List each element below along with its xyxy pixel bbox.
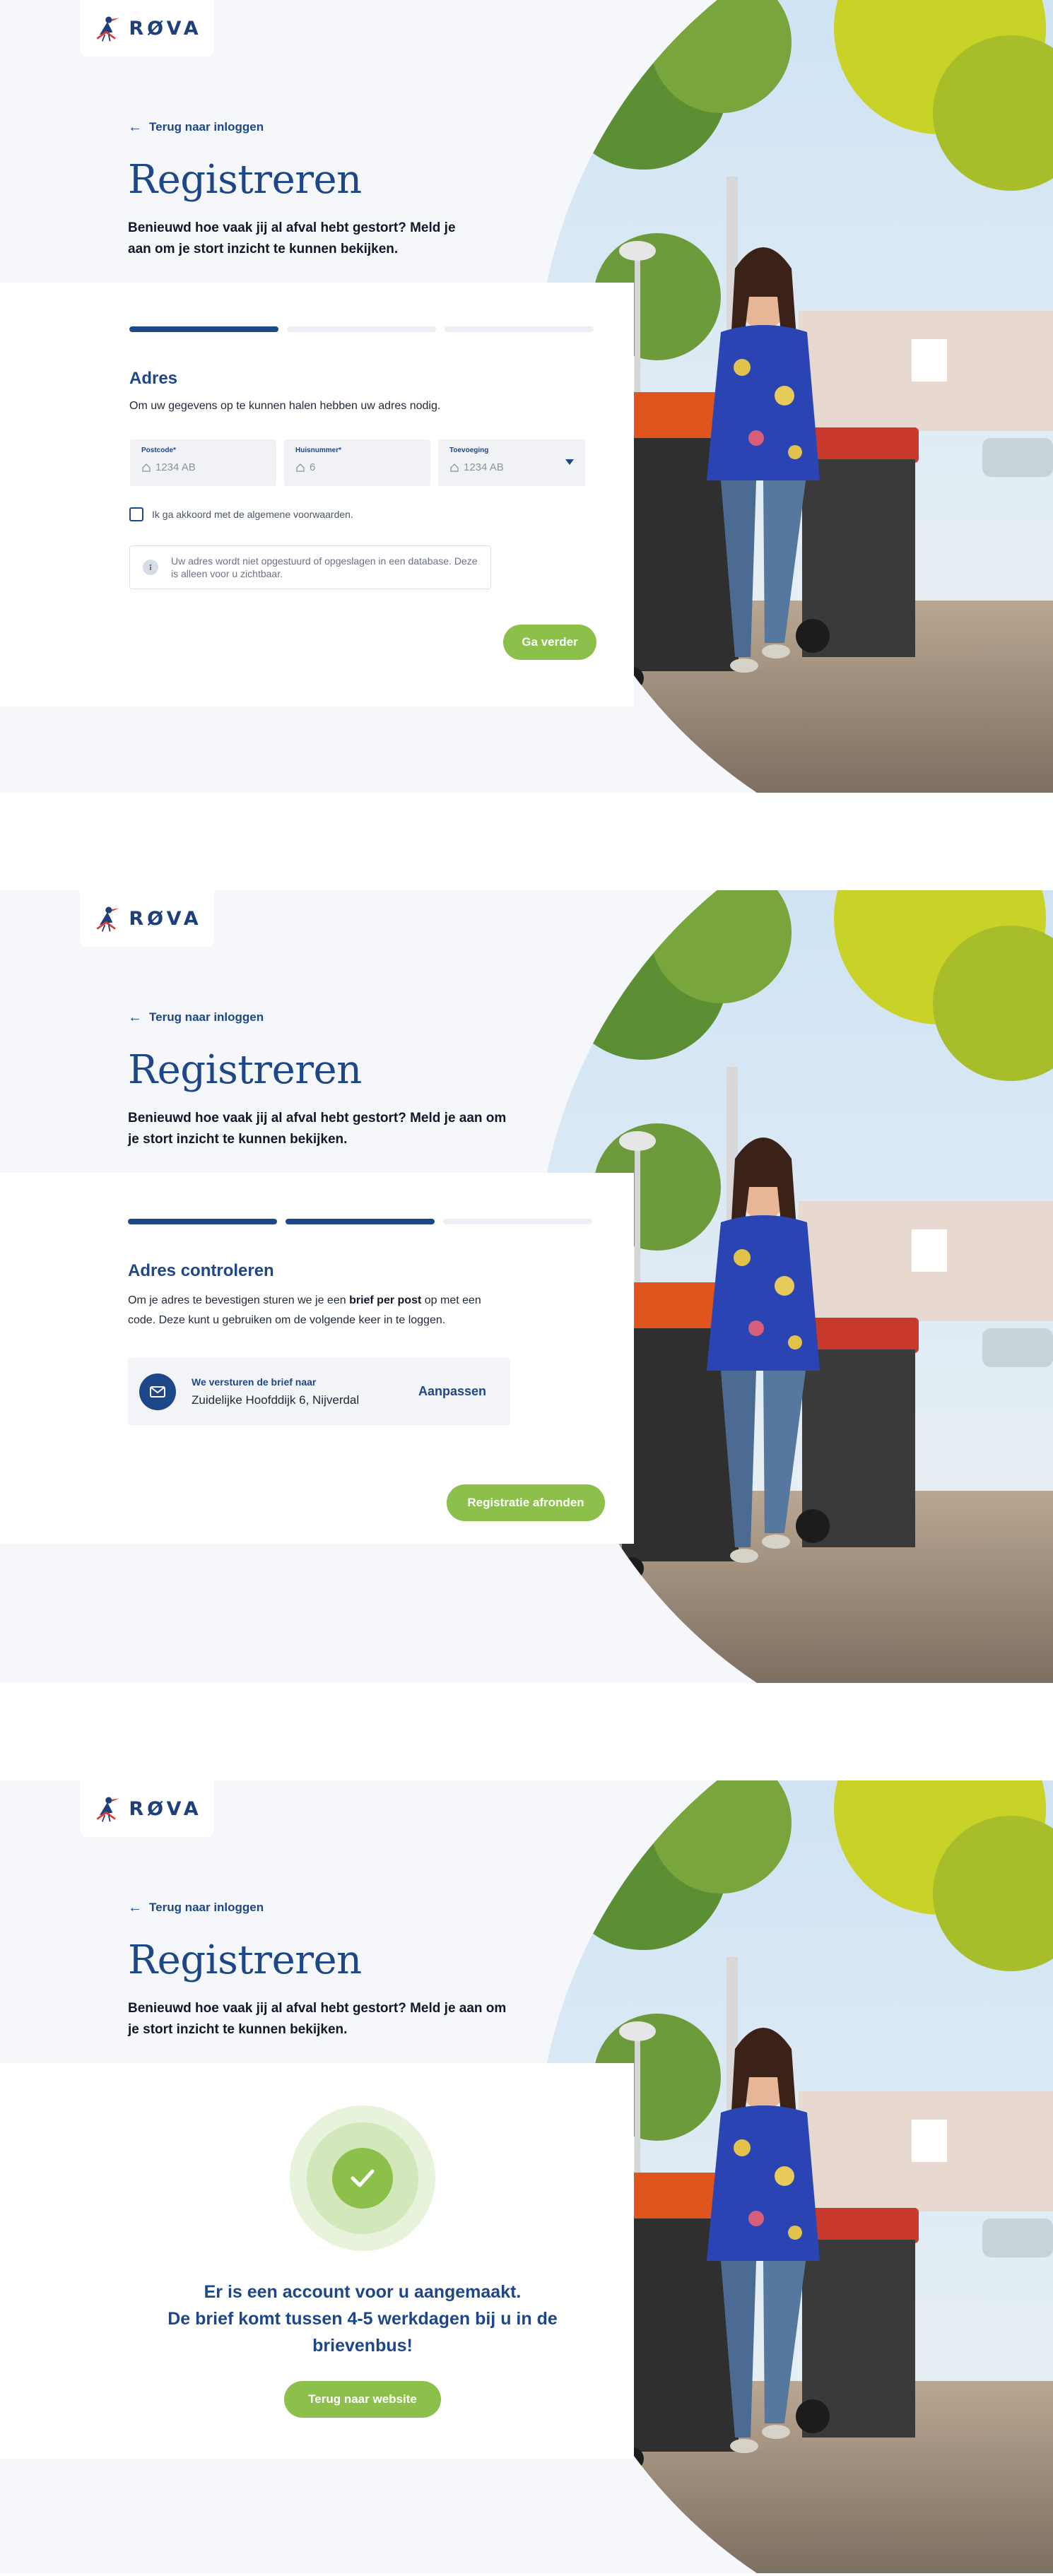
success-card: Er is een account voor u aangemaakt. De … [0,2063,634,2459]
arrow-left-icon: ← [128,1010,142,1025]
house-number-label: Huisnummer* [295,447,342,454]
addition-placeholder: 1234 AB [464,461,504,473]
progress-step-3 [443,1219,592,1224]
address-summary: We versturen de brief naar Zuidelijke Ho… [128,1358,510,1425]
rova-logo-mark-icon [96,16,121,42]
page-subtitle: Benieuwd hoe vaak jij al afval hebt gest… [128,220,456,256]
section-description: Om uw gegevens op te kunnen halen hebben… [129,400,441,412]
home-icon [142,463,151,472]
home-icon [296,463,305,472]
success-badge [290,2105,435,2251]
logo[interactable]: RØVA [80,1780,214,1837]
back-link-label: Terug naar inloggen [149,1901,264,1914]
house-number-field[interactable]: Huisnummer* 6 [284,439,430,486]
terms-checkbox[interactable] [129,507,143,521]
progress-step-1 [128,1219,277,1224]
page-subtitle: Benieuwd hoe vaak jij al afval hebt gest… [128,1111,507,1147]
progress-bar [129,326,594,332]
section-title: Adres [129,369,178,388]
house-number-placeholder: 6 [310,461,316,473]
success-line-2: De brief komt tussen 4-5 werkdagen bij u… [167,2309,558,2356]
page-subtitle: Benieuwd hoe vaak jij al afval hebt gest… [128,2001,507,2037]
progress-step-2 [287,326,436,332]
logo[interactable]: RØVA [80,890,214,947]
page-title: Registreren [128,1047,362,1093]
chevron-down-icon [565,459,574,465]
logo-text: RØVA [129,907,202,930]
rova-logo-mark-icon [96,906,121,933]
privacy-note: Uw adres wordt niet opgestuurd of opgesl… [129,545,491,589]
registration-complete: RØVA ← Terug naar inloggen Registreren B… [0,1780,1053,2573]
postcode-field[interactable]: Postcode* 1234 AB [130,439,276,486]
address-label: We versturen de brief naar [192,1376,317,1388]
success-message: Er is een account voor u aangemaakt. De … [141,2279,584,2359]
section-description: Om je adres te bevestigen sturen we je e… [128,1291,510,1330]
address-value: Zuidelijke Hoofddijk 6, Nijverdal [192,1393,360,1407]
terms-checkbox-row[interactable]: Ik ga akkoord met de algemene voorwaarde… [129,507,353,521]
addition-select[interactable]: Toevoeging 1234 AB [438,439,585,486]
back-link-label: Terug naar inloggen [149,120,264,134]
form-card: Adres Om uw gegevens op te kunnen halen … [0,283,634,707]
registration-step-address: RØVA ← Terug naar inloggen Registreren B… [0,0,1053,793]
form-card: Adres controleren Om je adres te bevesti… [0,1173,634,1544]
mail-icon [139,1373,176,1410]
back-to-login-link[interactable]: ← Terug naar inloggen [128,1010,264,1024]
postcode-label: Postcode* [141,447,176,454]
rova-logo-mark-icon [96,1796,121,1823]
back-to-login-link[interactable]: ← Terug naar inloggen [128,120,264,134]
page-title: Registreren [128,157,362,203]
addition-label: Toevoeging [449,447,489,454]
back-to-website-button[interactable]: Terug naar website [284,2381,441,2418]
back-to-login-link[interactable]: ← Terug naar inloggen [128,1901,264,1915]
progress-step-3 [445,326,594,332]
postcode-placeholder: 1234 AB [155,461,196,473]
arrow-left-icon: ← [128,1900,142,1915]
progress-step-2 [286,1219,435,1224]
desc-part-1: Om je adres te bevestigen sturen we je e… [128,1294,350,1306]
edit-address-link[interactable]: Aanpassen [418,1384,486,1399]
section-title: Adres controleren [128,1261,274,1280]
continue-button[interactable]: Ga verder [503,625,596,660]
back-link-label: Terug naar inloggen [149,1010,264,1024]
finish-registration-button[interactable]: Registratie afronden [447,1484,605,1521]
arrow-left-icon: ← [128,119,142,135]
terms-label: Ik ga akkoord met de algemene voorwaarde… [152,509,353,520]
registration-step-confirm-address: RØVA ← Terug naar inloggen Registreren B… [0,890,1053,1683]
checkmark-icon [332,2148,393,2209]
logo-text: RØVA [129,17,202,40]
logo[interactable]: RØVA [80,0,214,57]
info-icon [143,560,158,575]
page-title: Registreren [128,1937,362,1983]
progress-bar [128,1219,592,1224]
progress-step-1 [129,326,278,332]
privacy-note-text: Uw adres wordt niet opgestuurd of opgesl… [171,555,478,579]
desc-bold: brief per post [349,1294,422,1306]
success-line-1: Er is een account voor u aangemaakt. [204,2282,522,2302]
home-icon [450,463,459,472]
logo-text: RØVA [129,1797,202,1820]
